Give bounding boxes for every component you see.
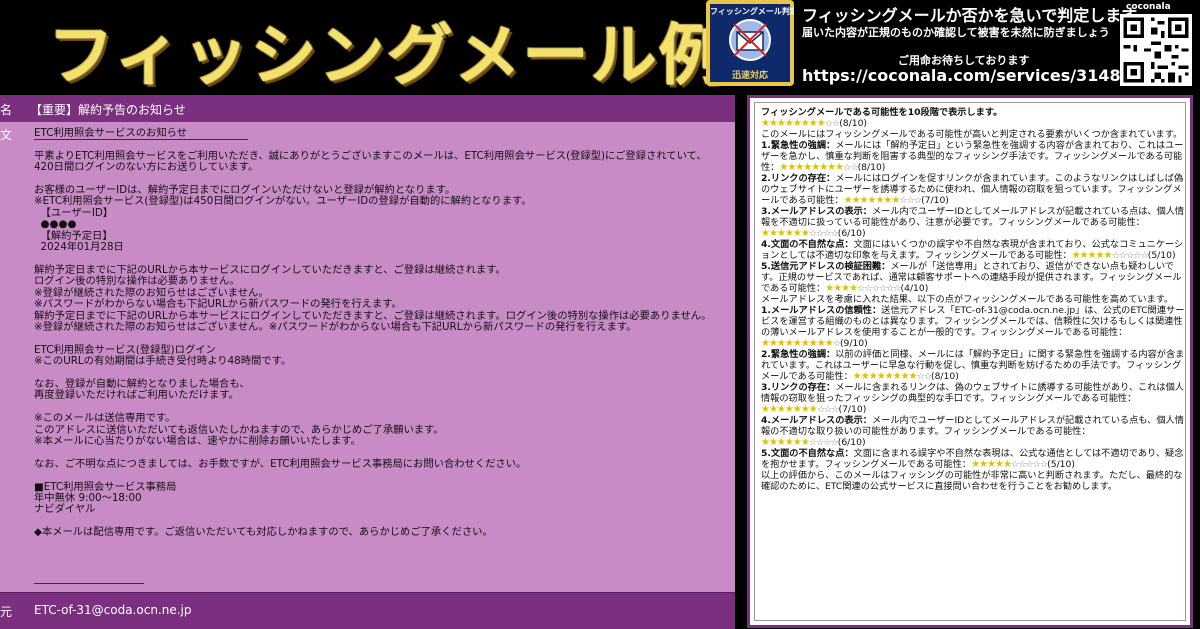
criteria-heading: 2.リンクの存在： bbox=[761, 173, 836, 184]
star-rating: ★★★★★★★★ bbox=[852, 371, 918, 382]
page-title: フィッシングメール例 bbox=[48, 16, 727, 94]
divider bbox=[34, 583, 144, 584]
analysis-text: フィッシングメールである可能性を10段階で表示します。 ★★★★★★★★☆☆(8… bbox=[761, 107, 1185, 492]
star-rating: ★★★★★★★★ bbox=[779, 162, 844, 173]
email-body: ETC利用照会サービスのお知らせ 平素よりETC利用照会サービスをご利用いただき… bbox=[34, 127, 712, 539]
badge-top-label: フィッシングメール判定 bbox=[710, 7, 794, 16]
star-empty: ☆☆ bbox=[824, 118, 841, 129]
star-empty: ☆☆☆☆ bbox=[808, 228, 839, 239]
score: (8/10) bbox=[839, 118, 868, 129]
star-empty: ☆☆ bbox=[843, 162, 859, 173]
criteria-item: 3.リンクの存在：メールに含まれるリンクは、偽のウェブサイトに誘導する可能性があ… bbox=[761, 382, 1185, 415]
analysis-panel: フィッシングメールである可能性を10段階で表示します。 ★★★★★★★★☆☆(8… bbox=[747, 95, 1193, 628]
sender-address: ETC-of-31@coda.ocn.ne.jp bbox=[34, 603, 192, 617]
star-rating: ★★★★★ bbox=[1071, 250, 1113, 261]
criteria-item: 4.文面の不自然な点：文面にはいくつかの誤字や不自然な表現が含まれており、公式な… bbox=[761, 239, 1185, 261]
criteria-heading: 4.文面の不自然な点： bbox=[761, 239, 854, 250]
criteria-item: 5.文面の不自然な点：文面に含まれる誤字や不自然な表現は、公式な通信としては不適… bbox=[761, 448, 1185, 470]
star-empty: ☆☆ bbox=[916, 371, 933, 382]
body-label: 文 bbox=[0, 128, 13, 142]
score: (8/10) bbox=[931, 371, 959, 382]
star-empty: ☆☆☆☆☆ bbox=[1010, 459, 1048, 470]
score: (9/10) bbox=[839, 338, 868, 349]
ad-url-link[interactable]: https://coconala.com/services/3148747 bbox=[802, 66, 1154, 85]
qr-code[interactable] bbox=[1120, 14, 1192, 86]
score: (8/10) bbox=[857, 162, 886, 173]
score: (4/10) bbox=[900, 283, 929, 294]
criteria-heading: 3.リンクの存在： bbox=[761, 382, 836, 393]
star-rating: ★★★★★★★★★ bbox=[761, 338, 834, 349]
ad-banner[interactable]: フィッシングメール判定 迅速対応 フィッシングメールか否かを急いで判定します 届… bbox=[706, 0, 1200, 88]
criteria-item: 4.メールアドレスの表示：メール内でユーザーIDとしてメールアドレスが記載されて… bbox=[761, 415, 1185, 448]
star-empty: ☆ bbox=[832, 338, 841, 349]
sender-label: 元 bbox=[0, 605, 13, 619]
criteria-heading: 2.緊急性の強調： bbox=[761, 349, 836, 360]
subject-label: 名 bbox=[0, 103, 13, 117]
banner: フィッシングメール例 フィッシングメール判定 迅速対応 フィッシングメールか否か… bbox=[0, 0, 1200, 95]
criteria-heading: 5.送信元アドレスの検証困難： bbox=[761, 261, 891, 272]
mid-text: メールアドレスを考慮に入れた結果、以下の点がフィッシングメールである可能性を高め… bbox=[761, 294, 1174, 305]
star-rating: ★★★★★★★★ bbox=[761, 118, 826, 129]
badge: フィッシングメール判定 迅速対応 bbox=[706, 0, 794, 86]
criteria-heading: 3.メールアドレスの表示： bbox=[761, 206, 872, 217]
score: (5/10) bbox=[1047, 459, 1075, 470]
score: (6/10) bbox=[837, 228, 866, 239]
criteria-item: 2.緊急性の強調：以前の評価と同様、メールには「解約予定日」に関する緊急性を強調… bbox=[761, 349, 1185, 382]
badge-bottom-label: 迅速対応 bbox=[731, 71, 768, 81]
ad-headline: フィッシングメールか否かを急いで判定します bbox=[802, 6, 1138, 25]
star-rating: ★★★★★★ bbox=[761, 437, 810, 448]
star-rating: ★★★★★★★ bbox=[761, 404, 818, 415]
sender-row: 元 ETC-of-31@coda.ocn.ne.jp bbox=[0, 592, 735, 629]
star-rating: ★★★★★★★ bbox=[843, 195, 901, 206]
body-row: 文 ETC利用照会サービスのお知らせ 平素よりETC利用照会サービスをご利用いた… bbox=[0, 122, 735, 592]
conclusion: 以上の評価から、このメールはフィッシングの可能性が非常に高いと判断されます。ただ… bbox=[761, 470, 1183, 492]
email-view: 名 【重要】解約予告のお知らせ 文 ETC利用照会サービスのお知らせ 平素よりE… bbox=[0, 95, 735, 629]
star-rating: ★★★★★ bbox=[971, 459, 1012, 470]
score: (7/10) bbox=[921, 195, 949, 206]
star-rating: ★★★★ bbox=[825, 283, 858, 294]
coconala-logo: coconala bbox=[1126, 2, 1171, 12]
ad-subline: 届いた内容が正規のものか確認して被害を未然に防ぎましょう bbox=[802, 26, 1110, 39]
criteria-heading: 1.メールアドレスの信頼性： bbox=[761, 305, 882, 316]
star-rating: ★★★★★★ bbox=[761, 228, 810, 239]
star-empty: ☆☆☆☆☆☆ bbox=[857, 283, 901, 294]
star-empty: ☆☆☆☆☆ bbox=[1111, 250, 1149, 261]
criteria-item: 5.送信元アドレスの検証困難：メールが「送信専用」とされており、返信ができない点… bbox=[761, 261, 1185, 294]
star-empty: ☆☆☆☆ bbox=[808, 437, 839, 448]
score: (5/10) bbox=[1147, 250, 1176, 261]
criteria-item: 1.メールアドレスの信頼性：送信元アドレス「ETC-of-31@coda.ocn… bbox=[761, 305, 1185, 349]
overall-text: このメールにはフィッシングメールである可能性が高いと判定される要素がいくつか含ま… bbox=[761, 129, 1183, 140]
criteria-item: 1.緊急性の強調：メールには「解約予定日」という緊急性を強調する内容が含まれてお… bbox=[761, 140, 1185, 173]
criteria-item: 2.リンクの存在：メールにはログインを促すリンクが含まれています。このようなリン… bbox=[761, 173, 1185, 206]
criteria-heading: 1.緊急性の強調： bbox=[761, 140, 836, 151]
score: (7/10) bbox=[838, 404, 867, 415]
criteria-heading: 5.文面の不自然な点： bbox=[761, 448, 854, 459]
divider bbox=[34, 139, 248, 140]
criteria-item: 3.メールアドレスの表示：メール内でユーザーIDとしてメールアドレスが記載されて… bbox=[761, 206, 1185, 239]
criteria-heading: 4.メールアドレスの表示： bbox=[761, 415, 872, 426]
star-empty: ☆☆☆ bbox=[899, 195, 922, 206]
overall-rating: ★★★★★★★★☆☆(8/10) bbox=[761, 118, 1185, 129]
criteria-list: 1.緊急性の強調：メールには「解約予定日」という緊急性を強調する内容が含まれてお… bbox=[761, 140, 1185, 294]
score: (6/10) bbox=[837, 437, 866, 448]
subject-value: 【重要】解約予告のお知らせ bbox=[30, 103, 186, 117]
subject-row: 名 【重要】解約予告のお知らせ bbox=[0, 95, 735, 122]
criteria-list-2: 1.メールアドレスの信頼性：送信元アドレス「ETC-of-31@coda.ocn… bbox=[761, 305, 1185, 470]
analysis-intro: フィッシングメールである可能性を10段階で表示します。 bbox=[761, 107, 1003, 118]
mail-warning-icon bbox=[729, 19, 771, 61]
star-empty: ☆☆☆ bbox=[816, 404, 840, 415]
